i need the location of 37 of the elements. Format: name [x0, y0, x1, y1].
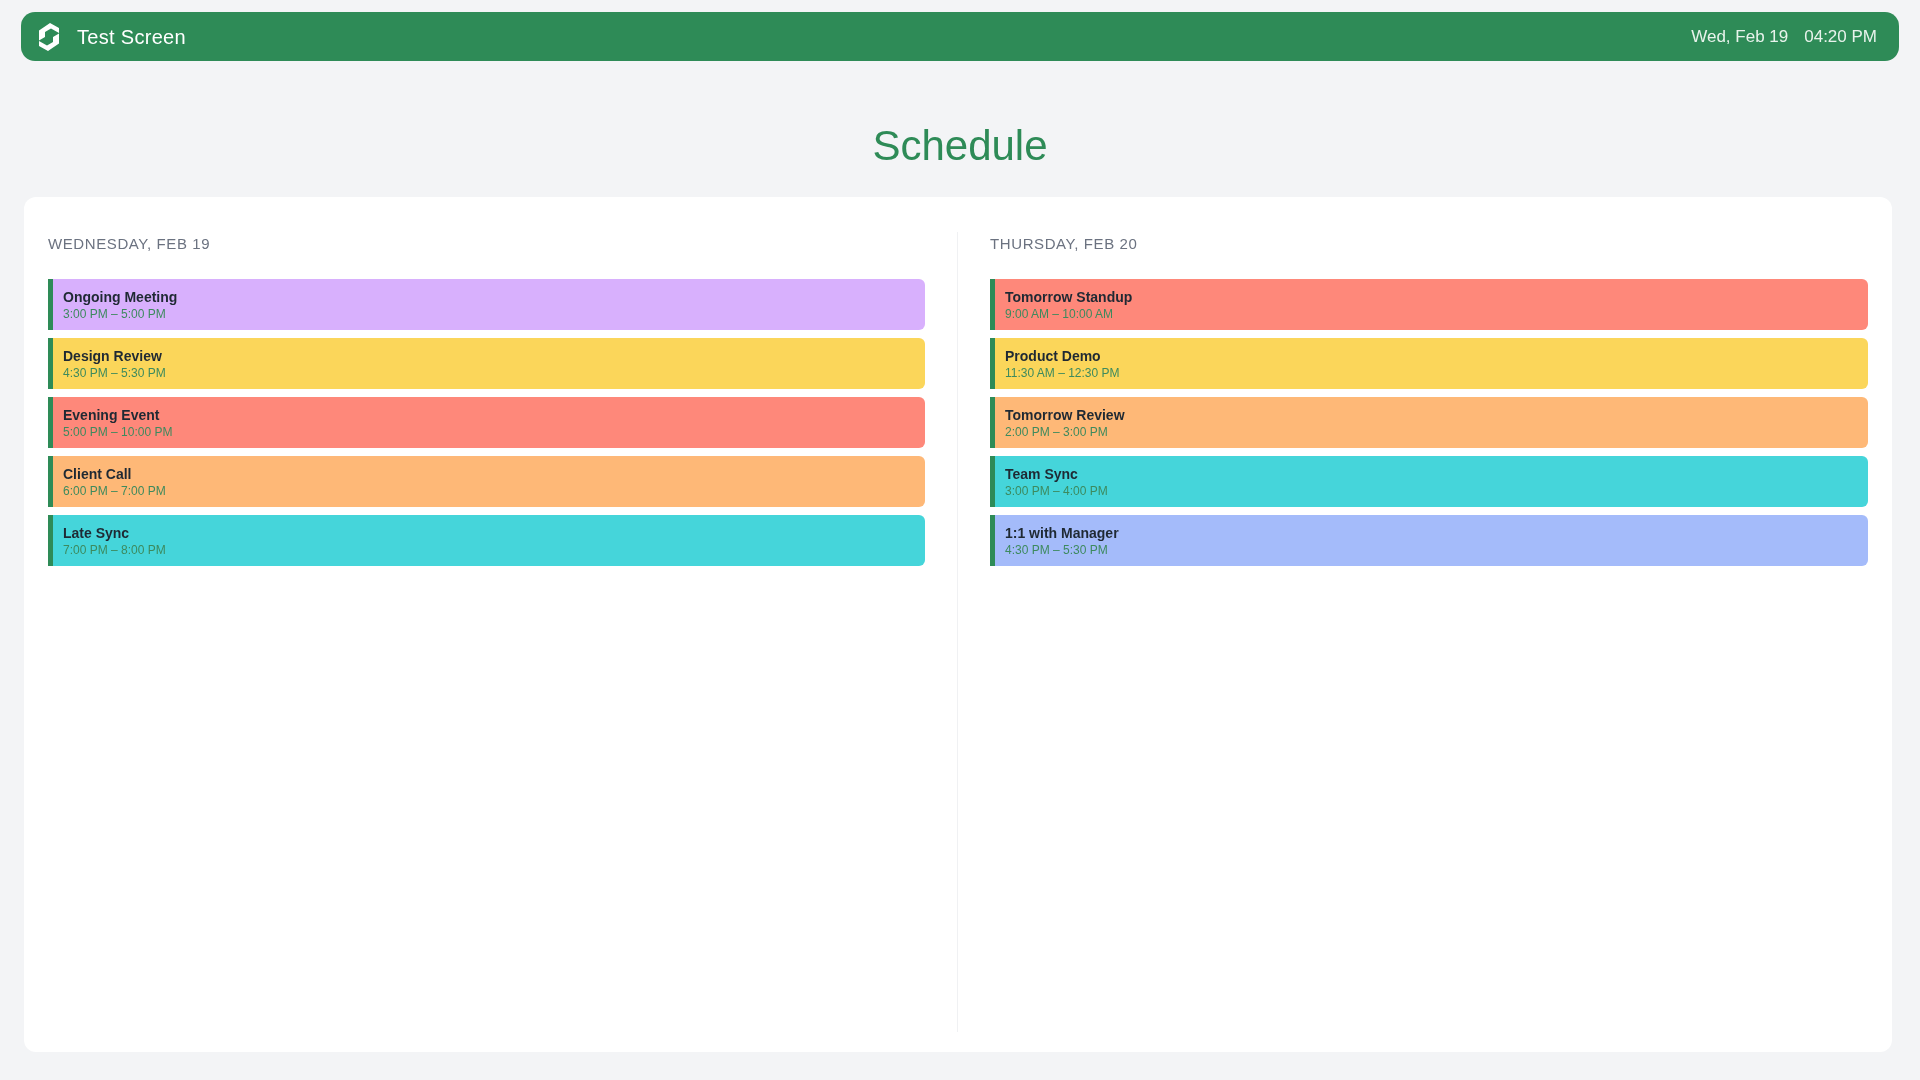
event-time: 6:00 PM – 7:00 PM: [63, 482, 167, 499]
event-block[interactable]: Ongoing Meeting 3:00 PM – 5:00 PM: [48, 279, 925, 330]
day-heading: THURSDAY, FEB 20: [990, 234, 1139, 254]
event-title: Team Sync: [1005, 464, 1079, 483]
event-block[interactable]: Tomorrow Standup 9:00 AM – 10:00 AM: [990, 279, 1868, 330]
event-title: Tomorrow Review: [1005, 405, 1126, 424]
event-time: 3:00 PM – 4:00 PM: [1005, 482, 1109, 499]
event-time: 11:30 AM – 12:30 PM: [1005, 364, 1121, 381]
day-heading: WEDNESDAY, FEB 19: [48, 234, 212, 254]
event-time: 4:30 PM – 5:30 PM: [1005, 541, 1109, 558]
event-time: 3:00 PM – 5:00 PM: [63, 305, 167, 322]
event-block[interactable]: Tomorrow Review 2:00 PM – 3:00 PM: [990, 397, 1868, 448]
event-block[interactable]: Late Sync 7:00 PM – 8:00 PM: [48, 515, 925, 566]
header-time: 04:20 PM: [1804, 25, 1877, 48]
event-title: Design Review: [63, 346, 163, 365]
event-block[interactable]: Design Review 4:30 PM – 5:30 PM: [48, 338, 925, 389]
event-time: 4:30 PM – 5:30 PM: [63, 364, 167, 381]
header-date: Wed, Feb 19: [1691, 25, 1789, 48]
event-title: Client Call: [63, 464, 133, 483]
event-block[interactable]: Product Demo 11:30 AM – 12:30 PM: [990, 338, 1868, 389]
event-title: Evening Event: [63, 405, 161, 424]
event-block[interactable]: Client Call 6:00 PM – 7:00 PM: [48, 456, 925, 507]
event-time: 7:00 PM – 8:00 PM: [63, 541, 167, 558]
event-title: 1:1 with Manager: [1005, 523, 1120, 542]
event-title: Ongoing Meeting: [63, 287, 179, 306]
event-block[interactable]: 1:1 with Manager 4:30 PM – 5:30 PM: [990, 515, 1868, 566]
logo-icon: [37, 21, 61, 52]
app-title: Test Screen: [77, 24, 186, 50]
event-title: Tomorrow Standup: [1005, 287, 1134, 306]
event-time: 5:00 PM – 10:00 PM: [63, 423, 174, 440]
event-time: 2:00 PM – 3:00 PM: [1005, 423, 1109, 440]
event-time: 9:00 AM – 10:00 AM: [1005, 305, 1115, 322]
page-title: Schedule: [872, 125, 1048, 167]
event-block[interactable]: Evening Event 5:00 PM – 10:00 PM: [48, 397, 925, 448]
event-block[interactable]: Team Sync 3:00 PM – 4:00 PM: [990, 456, 1868, 507]
event-title: Product Demo: [1005, 346, 1102, 365]
event-title: Late Sync: [63, 523, 131, 542]
